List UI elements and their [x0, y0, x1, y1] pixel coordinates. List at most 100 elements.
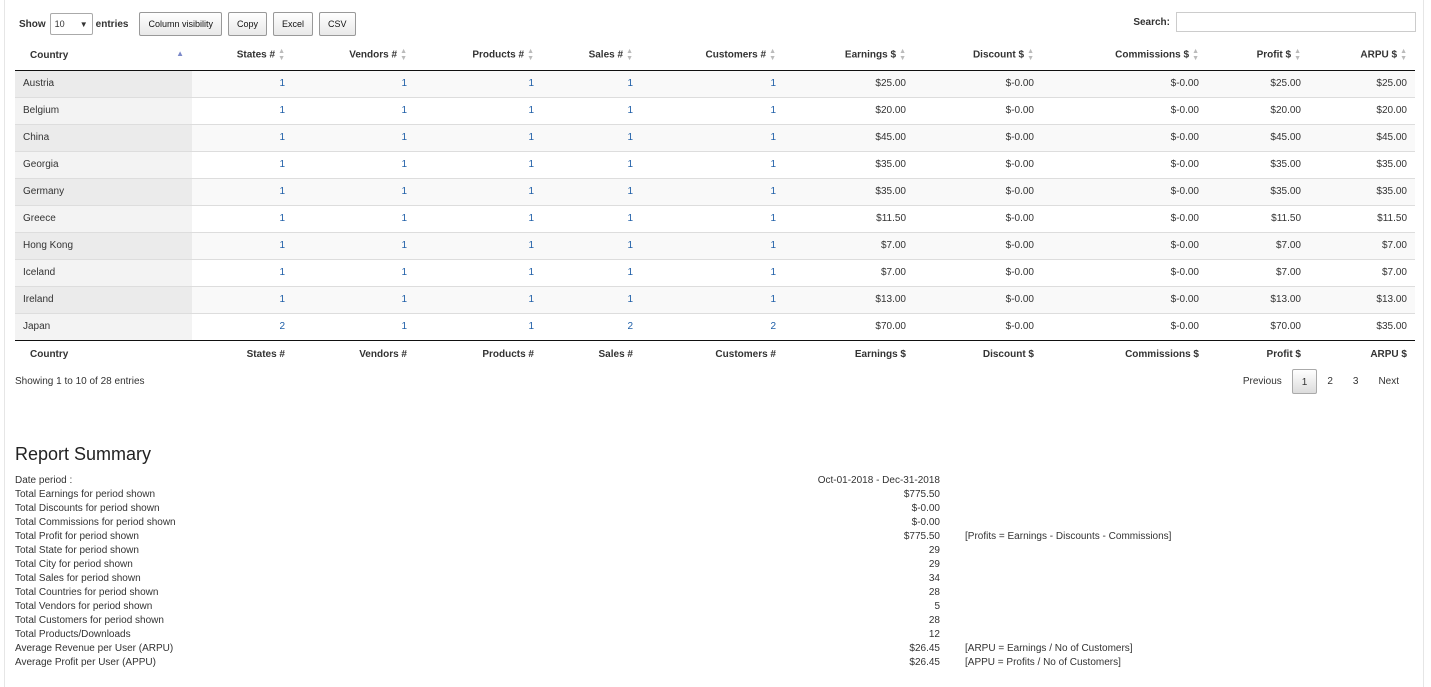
- col-header-earnings[interactable]: Earnings $ ▲ ▼: [784, 41, 914, 71]
- cell-customers[interactable]: 1: [641, 123, 784, 151]
- cell-states[interactable]: 1: [192, 123, 293, 151]
- summary-label: Total Sales for period shown: [15, 573, 141, 584]
- cell-sales[interactable]: 2: [542, 312, 641, 340]
- cell-products[interactable]: 1: [415, 204, 542, 232]
- cell-discount: $-0.00: [914, 231, 1042, 259]
- pagination-page-3[interactable]: 3: [1343, 369, 1369, 394]
- cell-earnings: $35.00: [784, 177, 914, 205]
- pagination-page-2[interactable]: 2: [1317, 369, 1343, 394]
- cell-products[interactable]: 1: [415, 177, 542, 205]
- cell-country: Belgium: [15, 96, 192, 124]
- col-header-sales[interactable]: Sales # ▲ ▼: [542, 41, 641, 71]
- col-footer-products: Products #: [415, 339, 542, 369]
- col-header-discount[interactable]: Discount $ ▲ ▼: [914, 41, 1042, 71]
- col-header-profit[interactable]: Profit $ ▲ ▼: [1207, 41, 1309, 71]
- csv-button[interactable]: CSV: [319, 12, 356, 36]
- page-length-value: 10: [54, 19, 65, 29]
- cell-states[interactable]: 1: [192, 177, 293, 205]
- cell-sales[interactable]: 1: [542, 123, 641, 151]
- col-footer-states: States #: [192, 339, 293, 369]
- cell-customers[interactable]: 2: [641, 312, 784, 340]
- page-length-select[interactable]: 10 ▼: [49, 13, 93, 35]
- excel-button[interactable]: Excel: [273, 12, 314, 36]
- cell-products[interactable]: 1: [415, 123, 542, 151]
- cell-vendors[interactable]: 1: [293, 123, 415, 151]
- cell-sales[interactable]: 1: [542, 204, 641, 232]
- cell-vendors[interactable]: 1: [293, 70, 415, 97]
- cell-country: Iceland: [15, 258, 192, 286]
- sort-icon: ▲ ▼: [527, 48, 534, 63]
- cell-customers[interactable]: 1: [641, 150, 784, 178]
- cell-sales[interactable]: 1: [542, 96, 641, 124]
- cell-vendors[interactable]: 1: [293, 285, 415, 313]
- column-visibility-button[interactable]: Column visibility: [139, 12, 222, 36]
- cell-sales[interactable]: 1: [542, 285, 641, 313]
- cell-vendors[interactable]: 1: [293, 231, 415, 259]
- pagination-next[interactable]: Next: [1368, 369, 1409, 394]
- cell-states[interactable]: 1: [192, 204, 293, 232]
- summary-label: Total City for period shown: [15, 559, 133, 570]
- cell-products[interactable]: 1: [415, 231, 542, 259]
- cell-vendors[interactable]: 1: [293, 204, 415, 232]
- cell-customers[interactable]: 1: [641, 96, 784, 124]
- sort-asc-icon: ▲: [176, 48, 184, 58]
- cell-states[interactable]: 2: [192, 312, 293, 340]
- summary-value: 29: [928, 545, 940, 556]
- cell-customers[interactable]: 1: [641, 177, 784, 205]
- table-row: Japan 2 1 1 2 2 $70.00 $-0.00 $-0.00 $70.00 $35.00: [15, 312, 1415, 340]
- col-header-commissions[interactable]: Commissions $ ▲ ▼: [1042, 41, 1207, 71]
- cell-sales[interactable]: 1: [542, 70, 641, 97]
- cell-commissions: $-0.00: [1042, 150, 1207, 178]
- col-footer-commissions: Commissions $: [1042, 339, 1207, 369]
- cell-vendors[interactable]: 1: [293, 96, 415, 124]
- cell-commissions: $-0.00: [1042, 312, 1207, 340]
- cell-customers[interactable]: 1: [641, 204, 784, 232]
- cell-states[interactable]: 1: [192, 150, 293, 178]
- summary-value: 34: [928, 573, 940, 584]
- pagination-page-1[interactable]: 1: [1291, 369, 1318, 394]
- cell-products[interactable]: 1: [415, 96, 542, 124]
- cell-vendors[interactable]: 1: [293, 258, 415, 286]
- cell-profit: $13.00: [1207, 285, 1309, 313]
- cell-customers[interactable]: 1: [641, 285, 784, 313]
- copy-button[interactable]: Copy: [228, 12, 268, 36]
- cell-products[interactable]: 1: [415, 285, 542, 313]
- cell-states[interactable]: 1: [192, 258, 293, 286]
- report-summary: Date period : Oct-01-2018 - Dec-31-2018 To…: [15, 475, 1215, 671]
- col-header-states[interactable]: States # ▲ ▼: [192, 41, 293, 71]
- summary-value: $-0.00: [911, 517, 940, 528]
- col-header-customers[interactable]: Customers # ▲ ▼: [641, 41, 784, 71]
- cell-customers[interactable]: 1: [641, 231, 784, 259]
- cell-arpu: $7.00: [1309, 231, 1415, 259]
- cell-vendors[interactable]: 1: [293, 177, 415, 205]
- summary-row: Total State for period shown 29: [15, 545, 1215, 559]
- cell-states[interactable]: 1: [192, 231, 293, 259]
- cell-states[interactable]: 1: [192, 285, 293, 313]
- col-header-arpu[interactable]: ARPU $ ▲ ▼: [1309, 41, 1415, 71]
- cell-products[interactable]: 1: [415, 150, 542, 178]
- cell-discount: $-0.00: [914, 150, 1042, 178]
- cell-customers[interactable]: 1: [641, 70, 784, 97]
- cell-customers[interactable]: 1: [641, 258, 784, 286]
- cell-sales[interactable]: 1: [542, 177, 641, 205]
- cell-states[interactable]: 1: [192, 70, 293, 97]
- pagination-previous[interactable]: Previous: [1233, 369, 1292, 394]
- cell-earnings: $20.00: [784, 96, 914, 124]
- col-header-products[interactable]: Products # ▲ ▼: [415, 41, 542, 71]
- cell-sales[interactable]: 1: [542, 258, 641, 286]
- cell-vendors[interactable]: 1: [293, 150, 415, 178]
- cell-products[interactable]: 1: [415, 70, 542, 97]
- col-header-country[interactable]: Country ▲: [15, 41, 192, 71]
- cell-sales[interactable]: 1: [542, 150, 641, 178]
- summary-note: [APPU = Profits / No of Customers]: [965, 657, 1121, 668]
- cell-products[interactable]: 1: [415, 258, 542, 286]
- col-header-label: ARPU $: [1360, 49, 1398, 61]
- col-header-vendors[interactable]: Vendors # ▲ ▼: [293, 41, 415, 71]
- cell-commissions: $-0.00: [1042, 177, 1207, 205]
- cell-products[interactable]: 1: [415, 312, 542, 340]
- cell-sales[interactable]: 1: [542, 231, 641, 259]
- cell-vendors[interactable]: 1: [293, 312, 415, 340]
- summary-label: Total Countries for period shown: [15, 587, 159, 598]
- cell-states[interactable]: 1: [192, 96, 293, 124]
- search-input[interactable]: [1176, 12, 1416, 32]
